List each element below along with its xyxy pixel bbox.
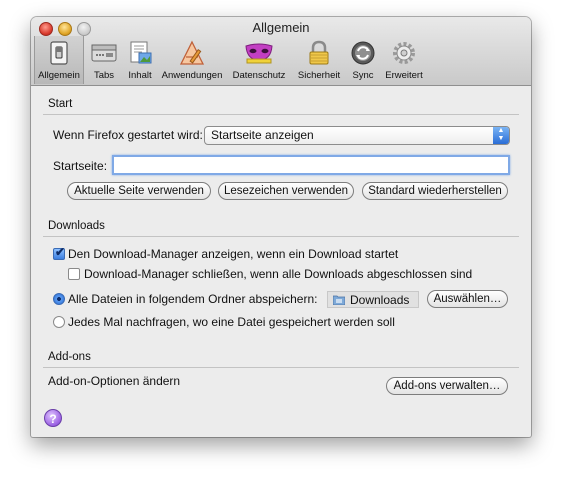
homepage-label: Startseite: (53, 159, 108, 173)
tabs-icon (89, 40, 119, 66)
always-ask-label: Jedes Mal nachfragen, wo eine Datei gesp… (68, 315, 395, 329)
use-current-page-button[interactable]: Aktuelle Seite verwenden (67, 182, 211, 200)
tab-tabs[interactable]: Tabs (87, 36, 121, 84)
help-button[interactable]: ? (44, 409, 62, 427)
close-download-manager-label: Download-Manager schließen, wenn alle Do… (84, 267, 473, 281)
download-folder-field: Downloads (327, 291, 419, 308)
tab-anwendungen-label: Anwendungen (161, 70, 223, 81)
tab-anwendungen[interactable]: Anwendungen (159, 36, 225, 84)
startup-behavior-popup[interactable]: Startseite anzeigen ▲ ▼ (204, 126, 510, 145)
privacy-mask-icon (244, 40, 274, 66)
tab-allgemein[interactable]: Allgemein (34, 36, 84, 84)
popup-arrows-icon: ▲ ▼ (493, 127, 509, 144)
sync-icon (348, 40, 378, 66)
gear-icon (389, 40, 419, 66)
lock-icon (304, 40, 334, 66)
folder-icon (333, 295, 345, 305)
tab-sync[interactable]: Sync (347, 36, 379, 84)
tab-inhalt[interactable]: Inhalt (122, 36, 158, 84)
choose-folder-button[interactable]: Auswählen… (427, 290, 508, 308)
switch-icon (44, 40, 74, 66)
window-title: Allgemein (252, 20, 310, 35)
tab-sicherheit-label: Sicherheit (297, 70, 341, 81)
downloads-section-divider (43, 236, 519, 237)
tab-sicherheit[interactable]: Sicherheit (293, 36, 345, 84)
addons-options-label: Add-on-Optionen ändern (48, 374, 181, 388)
startup-label: Wenn Firefox gestartet wird: (53, 128, 203, 142)
save-to-folder-radio[interactable] (53, 293, 65, 305)
save-to-folder-label: Alle Dateien in folgendem Ordner abspeic… (68, 292, 318, 306)
startup-behavior-value: Startseite anzeigen (211, 128, 314, 142)
tab-erweitert[interactable]: Erweitert (381, 36, 427, 84)
tab-sync-label: Sync (352, 70, 374, 81)
tab-datenschutz[interactable]: Datenschutz (227, 36, 291, 84)
applications-icon (177, 40, 207, 66)
tab-inhalt-label: Inhalt (128, 70, 152, 81)
preferences-window: Allgemein Allgemein Tabs Inhalt Anwendun… (31, 17, 531, 437)
use-bookmark-button[interactable]: Lesezeichen verwenden (218, 182, 354, 200)
addons-section-title: Add-ons (48, 351, 91, 363)
tab-erweitert-label: Erweitert (385, 70, 423, 81)
start-section-title: Start (48, 98, 73, 110)
downloads-section-title: Downloads (48, 220, 105, 232)
tab-allgemein-label: Allgemein (38, 70, 80, 81)
manage-addons-button[interactable]: Add-ons verwalten… (386, 377, 508, 395)
close-download-manager-checkbox[interactable] (68, 268, 80, 280)
restore-default-button[interactable]: Standard wiederherstellen (362, 182, 508, 200)
preferences-content: Start Wenn Firefox gestartet wird: Start… (31, 86, 531, 437)
download-folder-name: Downloads (350, 293, 410, 307)
homepage-input[interactable] (112, 155, 510, 175)
show-download-manager-label: Den Download-Manager anzeigen, wenn ein … (68, 247, 399, 261)
tab-datenschutz-label: Datenschutz (232, 70, 286, 81)
content-icon (125, 40, 155, 66)
show-download-manager-checkbox[interactable]: ✔ (53, 245, 66, 260)
preferences-toolbar: Allgemein Allgemein Tabs Inhalt Anwendun… (31, 17, 531, 86)
homepage-input-value (114, 158, 118, 172)
start-section-divider (43, 114, 519, 115)
tab-tabs-label: Tabs (93, 70, 115, 81)
addons-section-divider (43, 367, 519, 368)
checkmark-icon: ✔ (55, 245, 66, 259)
always-ask-radio[interactable] (53, 316, 65, 328)
